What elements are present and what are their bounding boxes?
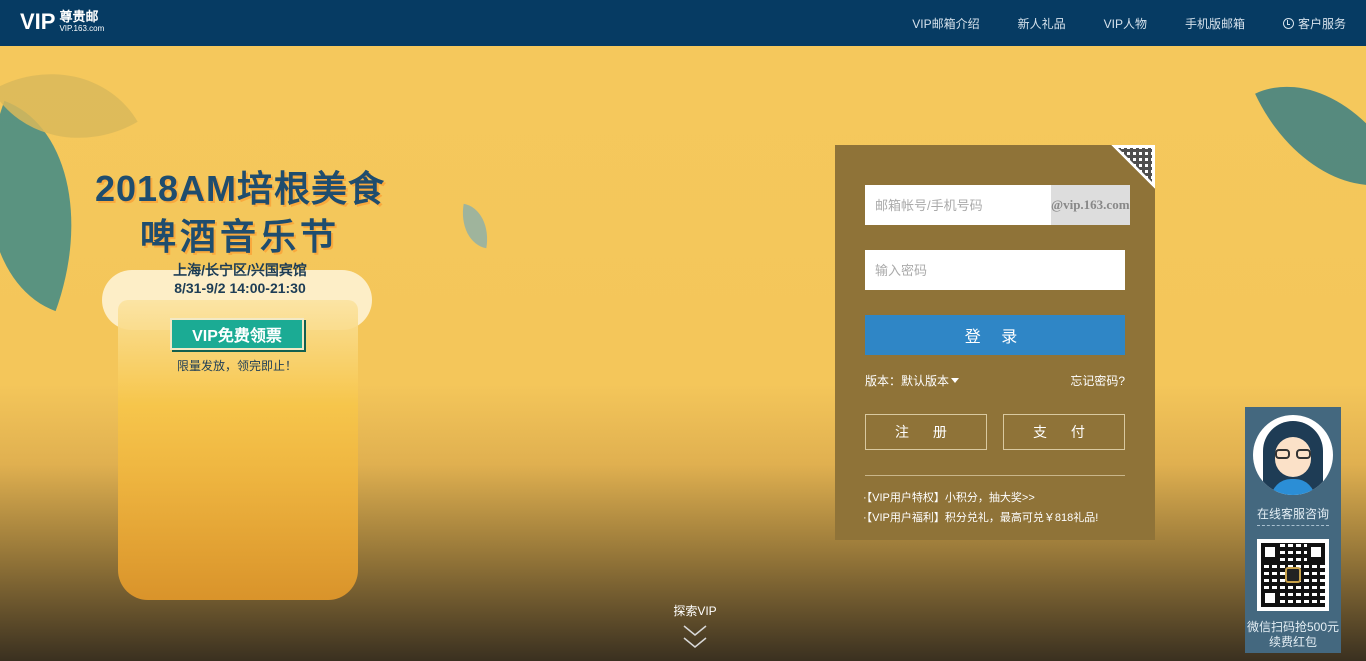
explore-vip-link[interactable]: 探索VIP [660,602,730,619]
customer-service-widget: 在线客服咨询 微信扫码抢500元 续费红包 [1245,407,1341,653]
vip-badge-icon [1285,567,1301,583]
qr-pattern [1261,543,1325,607]
promo-link-privilege[interactable]: ·【VIP用户特权】小积分，抽大奖>> [863,488,1098,508]
promo-note: 限量发放，领完即止！ [176,359,297,373]
login-button[interactable]: 登 录 [865,315,1125,355]
nav-customer-service[interactable]: 客户服务 [1282,15,1346,32]
nav-vip-intro[interactable]: VIP邮箱介绍 [912,15,979,32]
nav-mobile-mail[interactable]: 手机版邮箱 [1185,15,1245,32]
avatar-glasses [1275,449,1311,459]
wechat-caption: 微信扫码抢500元 续费红包 [1245,620,1341,650]
promo-title: 2018AM培根美食 [94,168,386,209]
nav-new-user-gifts[interactable]: 新人礼品 [1018,15,1066,32]
wechat-qr-code [1257,539,1329,611]
wechat-caption-line1: 微信扫码抢500元 [1246,620,1340,634]
top-nav: VIP邮箱介绍 新人礼品 VIP人物 手机版邮箱 客户服务 [874,0,1346,46]
version-selector[interactable]: 版本：默认版本 [865,372,960,389]
caret-down-icon [951,378,960,383]
vip-logo[interactable]: VIP 尊贵邮 VIP.163.com [20,9,104,35]
version-label: 版本：默认版本 [865,374,950,388]
pay-button[interactable]: 支 付 [1003,414,1125,450]
account-field: @vip.163.com [865,185,1130,225]
wechat-caption-line2: 续费红包 [1268,635,1317,649]
leaf-decoration [1255,51,1366,221]
account-input[interactable] [865,185,1051,225]
nav-vip-people[interactable]: VIP人物 [1104,15,1147,32]
logo-url-text: VIP.163.com [59,24,105,33]
qr-finder [1261,543,1279,561]
promo-venue: 上海/长宁区/兴国宾馆 [173,262,307,278]
service-divider [1257,525,1329,526]
password-field [865,250,1125,290]
leaf-decoration [456,203,494,249]
top-navigation-bar: VIP 尊贵邮 VIP.163.com VIP邮箱介绍 新人礼品 VIP人物 手… [0,0,1366,46]
login-options: 版本：默认版本 忘记密码? [865,372,1125,389]
promo-links: ·【VIP用户特权】小积分，抽大奖>> ·【VIP用户福利】积分兑礼，最高可兑￥… [863,488,1098,528]
qr-finder [1307,543,1325,561]
register-button[interactable]: 注 册 [865,414,987,450]
online-service-link[interactable]: 在线客服咨询 [1245,505,1341,522]
logo-subtext: 尊贵邮 VIP.163.com [59,9,104,34]
login-divider [865,475,1125,476]
password-input[interactable] [865,250,1125,290]
clock-icon [1282,17,1294,29]
qr-finder [1261,589,1279,607]
forgot-password-link[interactable]: 忘记密码? [1070,372,1125,389]
chevron-down-icon[interactable] [683,622,707,652]
logo-cn-text: 尊贵邮 [59,9,99,24]
qr-code-icon [1118,148,1152,182]
promo-link-welfare[interactable]: ·【VIP用户福利】积分兑礼，最高可兑￥818礼品! [863,508,1098,528]
qr-login-toggle[interactable] [1111,145,1155,189]
promo-subtitle: 啤酒音乐节 [139,216,340,257]
domain-suffix: @vip.163.com [1051,185,1130,225]
login-panel: @vip.163.com 登 录 版本：默认版本 忘记密码? 注 册 支 付 ·… [835,145,1155,540]
logo-vip-text: VIP [20,9,56,34]
service-avatar[interactable] [1253,415,1333,495]
promo-time: 8/31-9/2 14:00-21:30 [174,280,306,296]
nav-customer-service-label: 客户服务 [1297,16,1346,31]
free-ticket-button[interactable]: VIP免费领票 [170,318,304,350]
